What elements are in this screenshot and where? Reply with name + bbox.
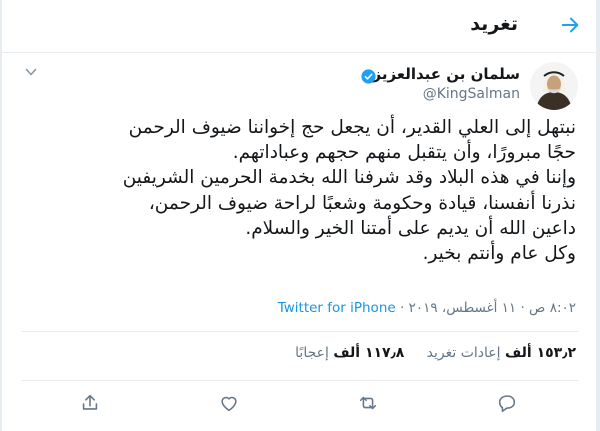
tweet-page: تغريد سلمان بن عبدالعزيز @KingSalman نبت… — [1, 0, 598, 431]
likes-label: إعجابًا — [295, 345, 329, 361]
avatar[interactable] — [530, 62, 578, 110]
reply-icon[interactable] — [496, 392, 518, 414]
retweets-count: ١٥٣٫٢ ألف — [504, 345, 576, 361]
author-handle[interactable]: @KingSalman — [423, 86, 520, 102]
tweet-timestamp[interactable]: ٨:٠٢ ص · ١١ أغسطس، ٢٠١٩ · — [396, 300, 576, 316]
chevron-down-icon[interactable] — [24, 64, 38, 78]
retweet-icon[interactable] — [357, 392, 379, 414]
retweets-label: إعادات تغريد — [426, 345, 501, 361]
retweets-stat[interactable]: ١٥٣٫٢ ألف إعادات تغريد — [427, 345, 576, 361]
divider — [22, 331, 578, 332]
author-name[interactable]: سلمان بن عبدالعزيز — [372, 65, 520, 83]
tweet-stats: ١٥٣٫٢ ألف إعادات تغريد ١١٧٫٨ ألف إعجابًا — [295, 345, 576, 361]
heart-icon[interactable] — [218, 392, 240, 414]
back-arrow-icon[interactable] — [559, 14, 581, 36]
page-header: تغريد — [2, 0, 598, 53]
likes-stat[interactable]: ١١٧٫٨ ألف إعجابًا — [295, 345, 404, 361]
likes-count: ١١٧٫٨ ألف — [333, 345, 405, 361]
page-title: تغريد — [470, 13, 518, 35]
divider — [22, 380, 578, 381]
tweet-source[interactable]: Twitter for iPhone — [278, 300, 396, 316]
share-icon[interactable] — [79, 392, 101, 414]
verified-badge-icon — [360, 68, 377, 85]
tweet-text: نبتهل إلى العلي القدير، أن يجعل حج إخوان… — [122, 117, 576, 265]
tweet-meta: ٨:٠٢ ص · ١١ أغسطس، ٢٠١٩ · Twitter for iP… — [278, 300, 576, 316]
